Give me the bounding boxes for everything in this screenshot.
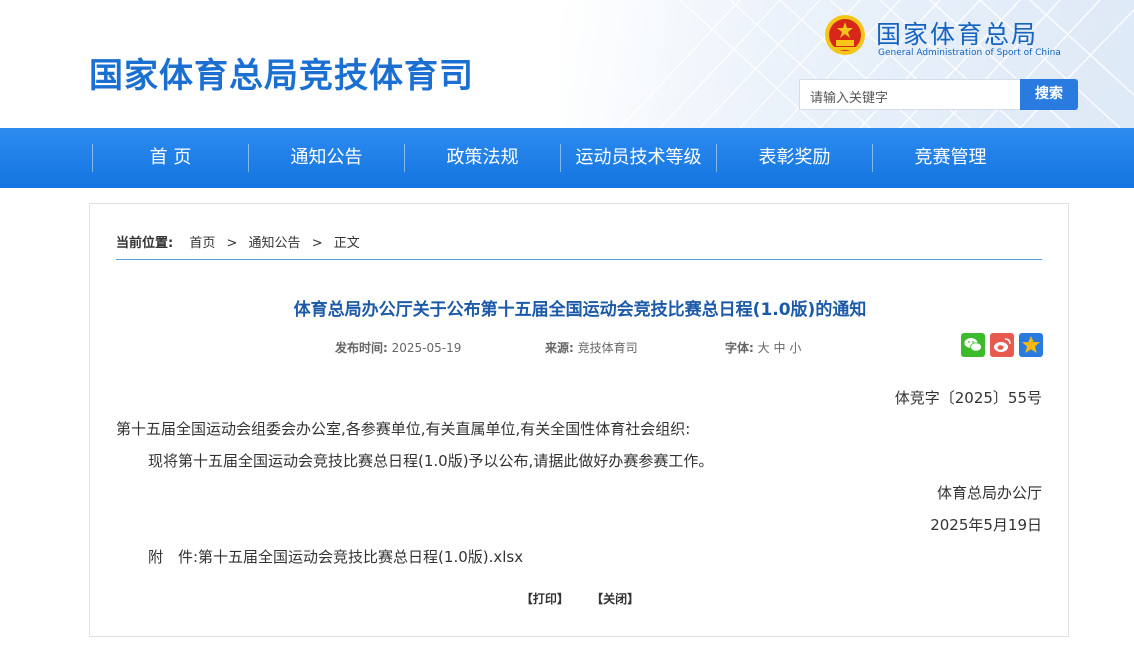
sign-date: 2025年5月19日 — [930, 516, 1042, 534]
font-size-small[interactable]: 小 — [789, 341, 801, 355]
breadcrumb-separator: > — [226, 236, 238, 251]
article-source: 来源: 竞技体育司 — [545, 339, 638, 356]
signature: 体育总局办公厅 — [936, 484, 1042, 502]
publish-date: 发布时间: 2025-05-19 — [335, 339, 461, 356]
nav-item-competition[interactable]: 竞赛管理 — [873, 128, 1028, 188]
weibo-icon[interactable] — [990, 333, 1014, 357]
breadcrumb-divider — [116, 259, 1042, 260]
site-header: 国家体育总局竞技体育司 国家体育总局 General Administratio… — [0, 0, 1134, 128]
breadcrumb: 当前位置: 首页 > 通知公告 > 正文 — [116, 232, 360, 251]
close-button[interactable]: 【关闭】 — [591, 592, 639, 606]
breadcrumb-home[interactable]: 首页 — [189, 236, 215, 251]
publish-date-label: 发布时间: — [335, 341, 388, 355]
main-nav: 首 页 通知公告 政策法规 运动员技术等级 表彰奖励 竞赛管理 — [0, 128, 1134, 188]
favorite-star-icon[interactable] — [1019, 333, 1043, 357]
nav-item-notices[interactable]: 通知公告 — [249, 128, 404, 188]
print-button[interactable]: 【打印】 — [521, 592, 569, 606]
search-input[interactable]: 请输入关键字 — [799, 79, 1021, 110]
salutation: 第十五届全国运动会组委会办公室,各参赛单位,有关直属单位,有关全国性体育社会组织… — [116, 420, 691, 438]
wechat-icon[interactable] — [961, 333, 985, 357]
breadcrumb-separator: > — [311, 236, 323, 251]
font-size-switcher: 字体: 大 中 小 — [725, 339, 801, 356]
article-panel: 当前位置: 首页 > 通知公告 > 正文 体育总局办公厅关于公布第十五届全国运动… — [89, 203, 1069, 637]
search-button[interactable]: 搜索 — [1020, 79, 1078, 110]
site-title[interactable]: 国家体育总局竞技体育司 — [89, 48, 474, 97]
source-label: 来源: — [545, 341, 574, 355]
brand-name-en: General Administration of Sport of China — [878, 48, 1061, 58]
article-actions: 【打印】 【关闭】 — [90, 590, 1070, 607]
font-size-medium[interactable]: 中 — [773, 341, 785, 355]
document-number: 体竞字〔2025〕55号 — [894, 389, 1042, 407]
nav-item-awards[interactable]: 表彰奖励 — [717, 128, 872, 188]
brand-name-cn: 国家体育总局 — [876, 20, 1039, 49]
nav-item-home[interactable]: 首 页 — [93, 128, 248, 188]
font-size-label: 字体: — [725, 341, 754, 355]
nav-item-athlete-grades[interactable]: 运动员技术等级 — [561, 128, 716, 188]
breadcrumb-label: 当前位置: — [116, 236, 174, 251]
article-title: 体育总局办公厅关于公布第十五届全国运动会竞技比赛总日程(1.0版)的通知 — [293, 300, 867, 320]
publish-date-value: 2025-05-19 — [391, 341, 462, 355]
font-size-large[interactable]: 大 — [758, 341, 770, 355]
source-value: 竞技体育司 — [577, 341, 638, 355]
national-emblem-icon — [825, 15, 865, 55]
attachment-link[interactable]: 附 件:第十五届全国运动会竞技比赛总日程(1.0版).xlsx — [148, 546, 523, 567]
breadcrumb-notices[interactable]: 通知公告 — [249, 236, 301, 251]
body-paragraph: 现将第十五届全国运动会竞技比赛总日程(1.0版)予以公布,请据此做好办赛参赛工作… — [148, 452, 714, 470]
nav-item-policies[interactable]: 政策法规 — [405, 128, 560, 188]
breadcrumb-current: 正文 — [333, 236, 360, 251]
